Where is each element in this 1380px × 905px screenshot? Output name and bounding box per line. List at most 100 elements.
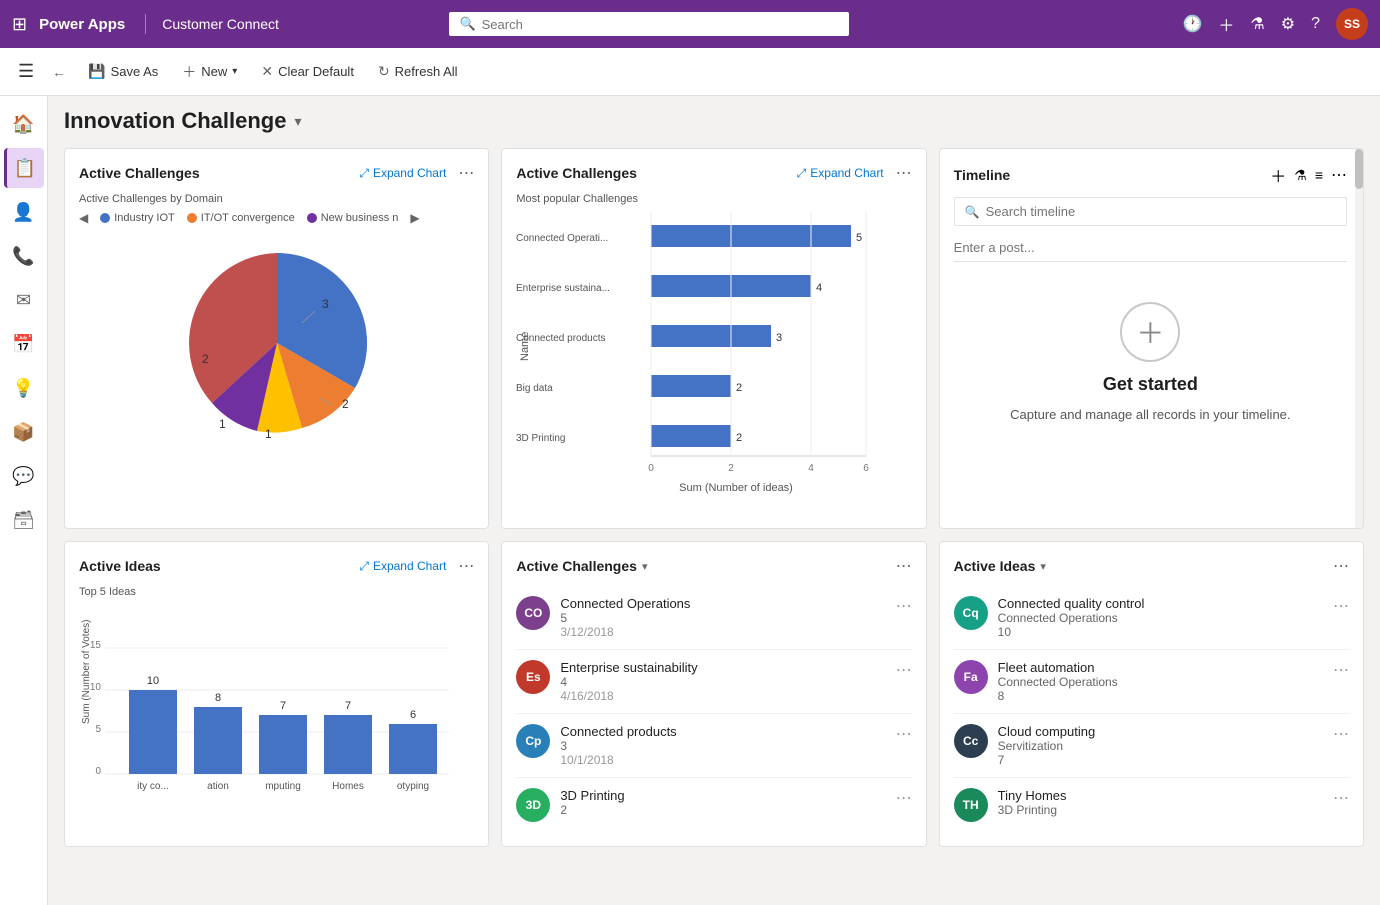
refresh-all-button[interactable]: ↻ Refresh All — [368, 57, 468, 86]
challenges-list-title: Active Challenges — [516, 558, 637, 574]
ideas-subtitle: Top 5 Ideas — [79, 586, 474, 598]
timeline-card: Timeline ＋ ⚗ ≡ ⋯ 🔍 ＋ Get started Capture… — [939, 148, 1364, 529]
settings-icon[interactable]: ⚙ — [1281, 14, 1295, 34]
pie-label-1: 2 — [342, 397, 349, 411]
timeline-scrollbar[interactable] — [1355, 149, 1363, 528]
new-button[interactable]: ＋ New ▾ — [172, 56, 247, 88]
sidebar-item-profile[interactable]: 👤 — [4, 192, 44, 232]
idea-more-1[interactable]: ⋯ — [1333, 660, 1349, 680]
timeline-add-icon[interactable]: ＋ — [1270, 163, 1286, 187]
global-search[interactable]: 🔍 — [449, 12, 849, 36]
ideas-list-header: Active Ideas ▾ ⋯ — [954, 556, 1349, 576]
timeline-get-started: ＋ Get started Capture and manage all rec… — [954, 262, 1347, 462]
ideas-val-2: 7 — [280, 700, 286, 712]
dashboard-grid-top: Active Challenges ⤢ Expand Chart ⋯ Activ… — [64, 148, 1364, 529]
ideas-tick-5: 5 — [95, 724, 101, 735]
bar-4 — [651, 425, 731, 447]
bar-y-label-4: 3D Printing — [516, 433, 565, 444]
sidebar-item-chat[interactable]: 💬 — [4, 456, 44, 496]
item-more-0[interactable]: ⋯ — [896, 596, 912, 616]
avatar[interactable]: SS — [1336, 8, 1368, 40]
pie-label-4: 2 — [202, 352, 209, 366]
list-item: Cq Connected quality control Connected O… — [954, 586, 1349, 650]
bar-x-0: 0 — [649, 463, 655, 474]
list-item: Es Enterprise sustainability 4 4/16/2018… — [516, 650, 911, 714]
sidebar-item-calendar[interactable]: 📅 — [4, 324, 44, 364]
challenges-list-title-dropdown[interactable]: Active Challenges ▾ — [516, 558, 647, 574]
get-started-sub: Capture and manage all records in your t… — [1010, 407, 1290, 422]
pie-card-header: Active Challenges ⤢ Expand Chart ⋯ — [79, 163, 474, 183]
toolbar: ☰ ← 💾 Save As ＋ New ▾ ✕ Clear Default ↻ … — [0, 48, 1380, 96]
timeline-more-button[interactable]: ⋯ — [1331, 165, 1347, 185]
item-info-3: 3D Printing 2 — [560, 788, 885, 817]
challenges-list-header: Active Challenges ▾ ⋯ — [516, 556, 911, 576]
clear-default-button[interactable]: ✕ Clear Default — [251, 57, 364, 86]
list-item: Cc Cloud computing Servitization 7 ⋯ — [954, 714, 1349, 778]
menu-toggle-button[interactable]: ☰ — [12, 55, 40, 88]
add-icon[interactable]: ＋ — [1218, 12, 1234, 36]
sidebar: 🏠 📋 👤 📞 ✉ 📅 💡 📦 💬 🗃 — [0, 96, 48, 905]
item-count-3: 2 — [560, 803, 885, 817]
pie-expand-button[interactable]: ⤢ Expand Chart — [359, 166, 446, 181]
pie-subtitle: Active Challenges by Domain — [79, 193, 474, 205]
item-more-1[interactable]: ⋯ — [896, 660, 912, 680]
idea-sub-2: Servitization — [998, 739, 1323, 753]
legend-label-2: New business n — [321, 212, 399, 224]
bar-more-button[interactable]: ⋯ — [896, 163, 912, 183]
timeline-list-icon[interactable]: ≡ — [1315, 167, 1323, 183]
idea-more-2[interactable]: ⋯ — [1333, 724, 1349, 744]
idea-more-0[interactable]: ⋯ — [1333, 596, 1349, 616]
sidebar-item-phone[interactable]: 📞 — [4, 236, 44, 276]
help-icon[interactable]: ? — [1311, 15, 1320, 33]
bar-val-1: 4 — [816, 282, 822, 294]
search-input[interactable] — [482, 17, 840, 32]
item-name-2: Connected products — [560, 724, 885, 739]
back-button[interactable]: ← — [44, 58, 74, 86]
bar-x-2: 2 — [729, 463, 735, 474]
sidebar-item-box[interactable]: 📦 — [4, 412, 44, 452]
item-more-3[interactable]: ⋯ — [896, 788, 912, 808]
sidebar-item-dashboard[interactable]: 📋 — [4, 148, 44, 188]
clock-icon[interactable]: 🕐 — [1182, 14, 1202, 34]
pie-more-button[interactable]: ⋯ — [458, 163, 474, 183]
ideas-chart-card: Active Ideas ⤢ Expand Chart ⋯ Top 5 Idea… — [64, 541, 489, 847]
post-input[interactable] — [954, 234, 1347, 262]
filter-icon[interactable]: ⚗ — [1250, 14, 1264, 34]
item-more-2[interactable]: ⋯ — [896, 724, 912, 744]
idea-count-0: 10 — [998, 625, 1323, 639]
idea-sub-3: 3D Printing — [998, 803, 1323, 817]
item-date-2: 10/1/2018 — [560, 753, 885, 767]
sidebar-item-mail[interactable]: ✉ — [4, 280, 44, 320]
scrollbar-thumb — [1355, 149, 1363, 189]
bar-y-axis-label: Name — [519, 332, 531, 361]
challenges-list-items: CO Connected Operations 5 3/12/2018 ⋯ Es… — [516, 586, 911, 832]
timeline-plus-circle[interactable]: ＋ — [1120, 302, 1180, 362]
ideas-y-label: Sum (Number of Votes) — [81, 620, 92, 724]
sidebar-item-home[interactable]: 🏠 — [4, 104, 44, 144]
save-as-button[interactable]: 💾 Save As — [78, 57, 168, 86]
bar-y-label-3: Big data — [516, 383, 553, 394]
timeline-search-input[interactable] — [986, 204, 1336, 219]
item-info-0: Connected Operations 5 3/12/2018 — [560, 596, 885, 639]
sidebar-item-archive[interactable]: 🗃 — [4, 500, 44, 540]
ideas-expand-button[interactable]: ⤢ Expand Chart — [359, 559, 446, 574]
ideas-more-button[interactable]: ⋯ — [458, 556, 474, 576]
ideas-list-more[interactable]: ⋯ — [1333, 556, 1349, 576]
bar-expand-button[interactable]: ⤢ Expand Chart — [797, 166, 884, 181]
ideas-list-title-dropdown[interactable]: Active Ideas ▾ — [954, 558, 1046, 574]
challenges-list-more[interactable]: ⋯ — [896, 556, 912, 576]
new-dropdown-arrow: ▾ — [232, 66, 237, 77]
item-count-1: 4 — [560, 675, 885, 689]
idea-more-3[interactable]: ⋯ — [1333, 788, 1349, 808]
idea-info-0: Connected quality control Connected Oper… — [998, 596, 1323, 639]
waffle-icon[interactable]: ⊞ — [12, 14, 27, 35]
legend-prev[interactable]: ◀ — [79, 211, 88, 225]
legend-next[interactable]: ▶ — [410, 211, 419, 225]
ideas-x-0: ity co... — [137, 781, 169, 792]
timeline-filter-icon[interactable]: ⚗ — [1294, 167, 1307, 184]
idea-sub-0: Connected Operations — [998, 611, 1323, 625]
sidebar-item-bulb[interactable]: 💡 — [4, 368, 44, 408]
nav-divider — [145, 14, 146, 34]
timeline-search[interactable]: 🔍 — [954, 197, 1347, 226]
page-title-dropdown[interactable]: ▾ — [294, 113, 301, 130]
